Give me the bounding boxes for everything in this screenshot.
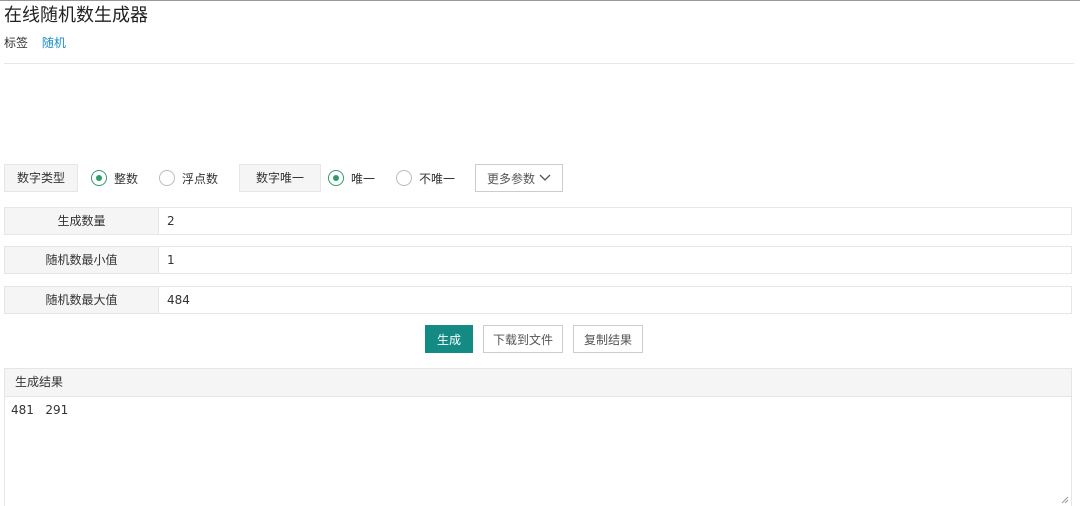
min-label: 随机数最小值 [5,247,159,273]
radio-float[interactable]: 浮点数 [159,164,218,192]
radio-integer[interactable]: 整数 [91,164,138,192]
chevron-down-icon [539,174,551,181]
number-unique-label: 数字唯一 [239,164,321,192]
radio-float-label: 浮点数 [182,171,219,186]
max-row: 随机数最大值 [4,286,1072,314]
page-title: 在线随机数生成器 [4,5,148,26]
tag-label: 标签 [4,36,29,50]
radio-unique-label: 唯一 [351,171,376,186]
resize-grip-icon[interactable] [1061,496,1069,504]
count-row: 生成数量 [4,207,1072,235]
max-input[interactable] [159,287,1071,313]
radio-circle-selected [91,170,107,186]
min-row: 随机数最小值 [4,246,1072,274]
tag-link[interactable]: 随机 [42,36,66,50]
count-label: 生成数量 [5,208,159,234]
radio-circle [159,170,175,186]
radio-not-unique[interactable]: 不唯一 [396,164,455,192]
radio-integer-label: 整数 [114,171,139,186]
result-panel: 生成结果 481 291 [4,368,1072,506]
count-input[interactable] [159,208,1071,234]
download-button[interactable]: 下载到文件 [483,325,563,353]
header-divider [4,63,1074,64]
options-row: 数字类型 整数 浮点数 数字唯一 唯一 不唯一 更多参数 [4,164,1072,192]
number-type-label: 数字类型 [4,164,78,192]
min-input[interactable] [159,247,1071,273]
tag-bar: 标签 随机 [4,35,66,51]
more-params-label: 更多参数 [486,171,535,186]
radio-circle [396,170,412,186]
max-label: 随机数最大值 [5,287,159,313]
result-textarea[interactable]: 481 291 [5,397,1071,423]
more-params-button[interactable]: 更多参数 [475,164,563,192]
generate-button[interactable]: 生成 [425,325,473,353]
radio-circle-selected [328,170,344,186]
copy-button[interactable]: 复制结果 [573,325,643,353]
radio-unique[interactable]: 唯一 [328,164,375,192]
radio-not-unique-label: 不唯一 [419,171,456,186]
result-heading: 生成结果 [5,369,1071,397]
